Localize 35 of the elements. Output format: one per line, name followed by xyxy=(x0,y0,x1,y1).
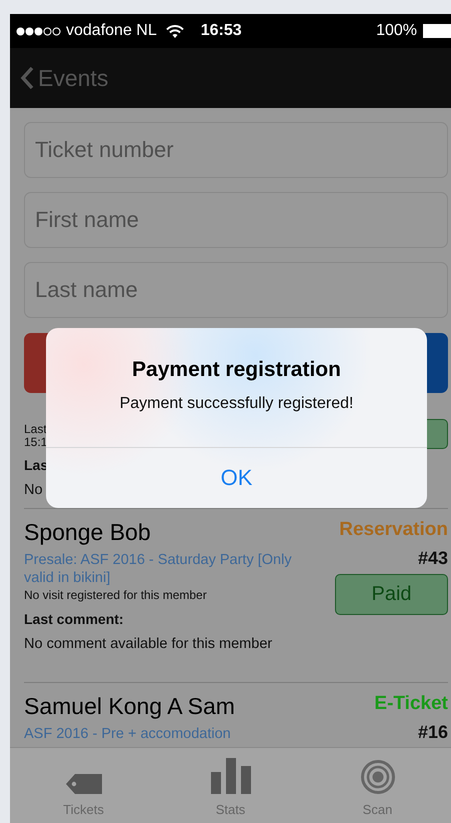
battery-percent: 100% xyxy=(376,22,417,40)
signal-icon xyxy=(16,26,62,36)
comment-label: Last comment: xyxy=(24,611,125,627)
bar-chart-icon xyxy=(210,758,250,794)
ticket-number: #43 xyxy=(418,548,448,569)
comment-text: No comment available for this member xyxy=(24,636,274,652)
paid-button[interactable]: Paid xyxy=(335,574,448,615)
text-field[interactable]: First name xyxy=(24,192,448,248)
visit-text: 15:1 xyxy=(24,436,48,449)
ticket-number: #16 xyxy=(418,722,448,743)
member-name: Samuel Kong A Sam xyxy=(24,692,236,721)
back-button[interactable]: Events xyxy=(10,64,108,92)
battery-icon xyxy=(423,24,451,38)
event-name: Presale: ASF 2016 - Saturday Party [Only valid in bikini] xyxy=(24,551,293,587)
ok-button[interactable]: OK xyxy=(46,447,427,508)
event-name: ASF 2016 - Pre + accomodation xyxy=(24,725,232,743)
carrier-name: vodafone NL xyxy=(66,22,157,40)
tag-icon xyxy=(66,774,102,794)
status-time: 16:53 xyxy=(200,22,242,40)
alert-title: Payment registration xyxy=(132,358,341,382)
wifi-icon xyxy=(166,24,184,38)
member-name: Sponge Bob xyxy=(24,518,152,547)
ticket-type: Reservation xyxy=(339,518,448,542)
alert-message: Payment successfully registered! xyxy=(120,395,354,413)
target-icon xyxy=(360,760,394,794)
chevron-left-icon xyxy=(20,66,34,90)
tab-button[interactable]: Tickets xyxy=(10,748,157,823)
tab-button[interactable]: Scan xyxy=(304,748,451,823)
visit-text: Last xyxy=(24,423,48,436)
tab-button[interactable]: Stats xyxy=(157,748,304,823)
ticket-type: E-Ticket xyxy=(374,692,448,716)
visit-text: No visit registered for this member xyxy=(24,587,208,603)
comment-text: No xyxy=(24,482,44,498)
text-field[interactable]: Ticket number xyxy=(24,122,448,178)
text-field[interactable]: Last name xyxy=(24,262,448,318)
